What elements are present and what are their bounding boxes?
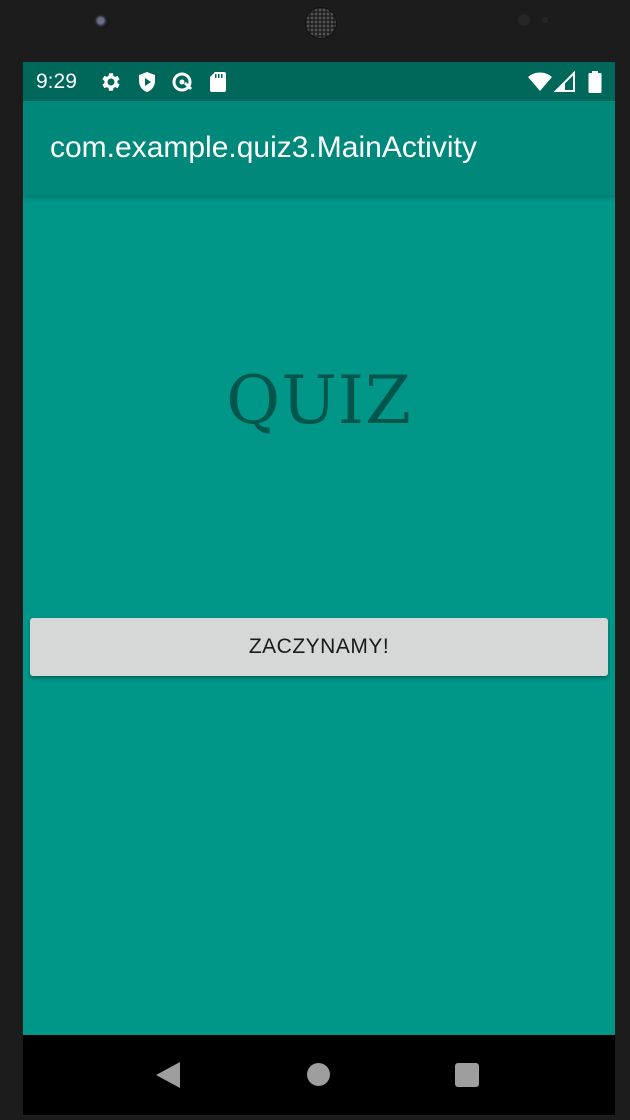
screen: 9:29 com.example.quiz3.MainActivity QUIZ… — [23, 62, 615, 1115]
cell-signal-icon — [553, 70, 575, 92]
navigation-bar — [23, 1035, 615, 1115]
home-icon[interactable] — [307, 1063, 330, 1086]
phone-frame: 9:29 com.example.quiz3.MainActivity QUIZ… — [0, 0, 630, 1120]
back-icon[interactable] — [156, 1062, 180, 1088]
recents-icon[interactable] — [455, 1063, 479, 1087]
light-sensor — [542, 17, 548, 23]
proximity-sensor — [518, 14, 530, 26]
front-camera — [94, 14, 109, 29]
settings-gear-icon — [102, 73, 120, 91]
app-bar-title: com.example.quiz3.MainActivity — [50, 131, 477, 164]
earpiece-speaker — [305, 7, 337, 39]
data-saver-icon — [172, 72, 192, 92]
status-time: 9:29 — [36, 70, 77, 93]
quiz-heading: QUIZ — [226, 362, 412, 439]
app-bar: com.example.quiz3.MainActivity — [23, 101, 615, 195]
status-bar: 9:29 — [23, 62, 615, 101]
shield-play-icon — [139, 72, 155, 92]
wifi-icon — [528, 72, 552, 91]
start-quiz-button[interactable]: ZACZYNAMY! — [30, 618, 608, 676]
sd-card-icon — [210, 72, 226, 92]
battery-icon — [588, 71, 602, 93]
